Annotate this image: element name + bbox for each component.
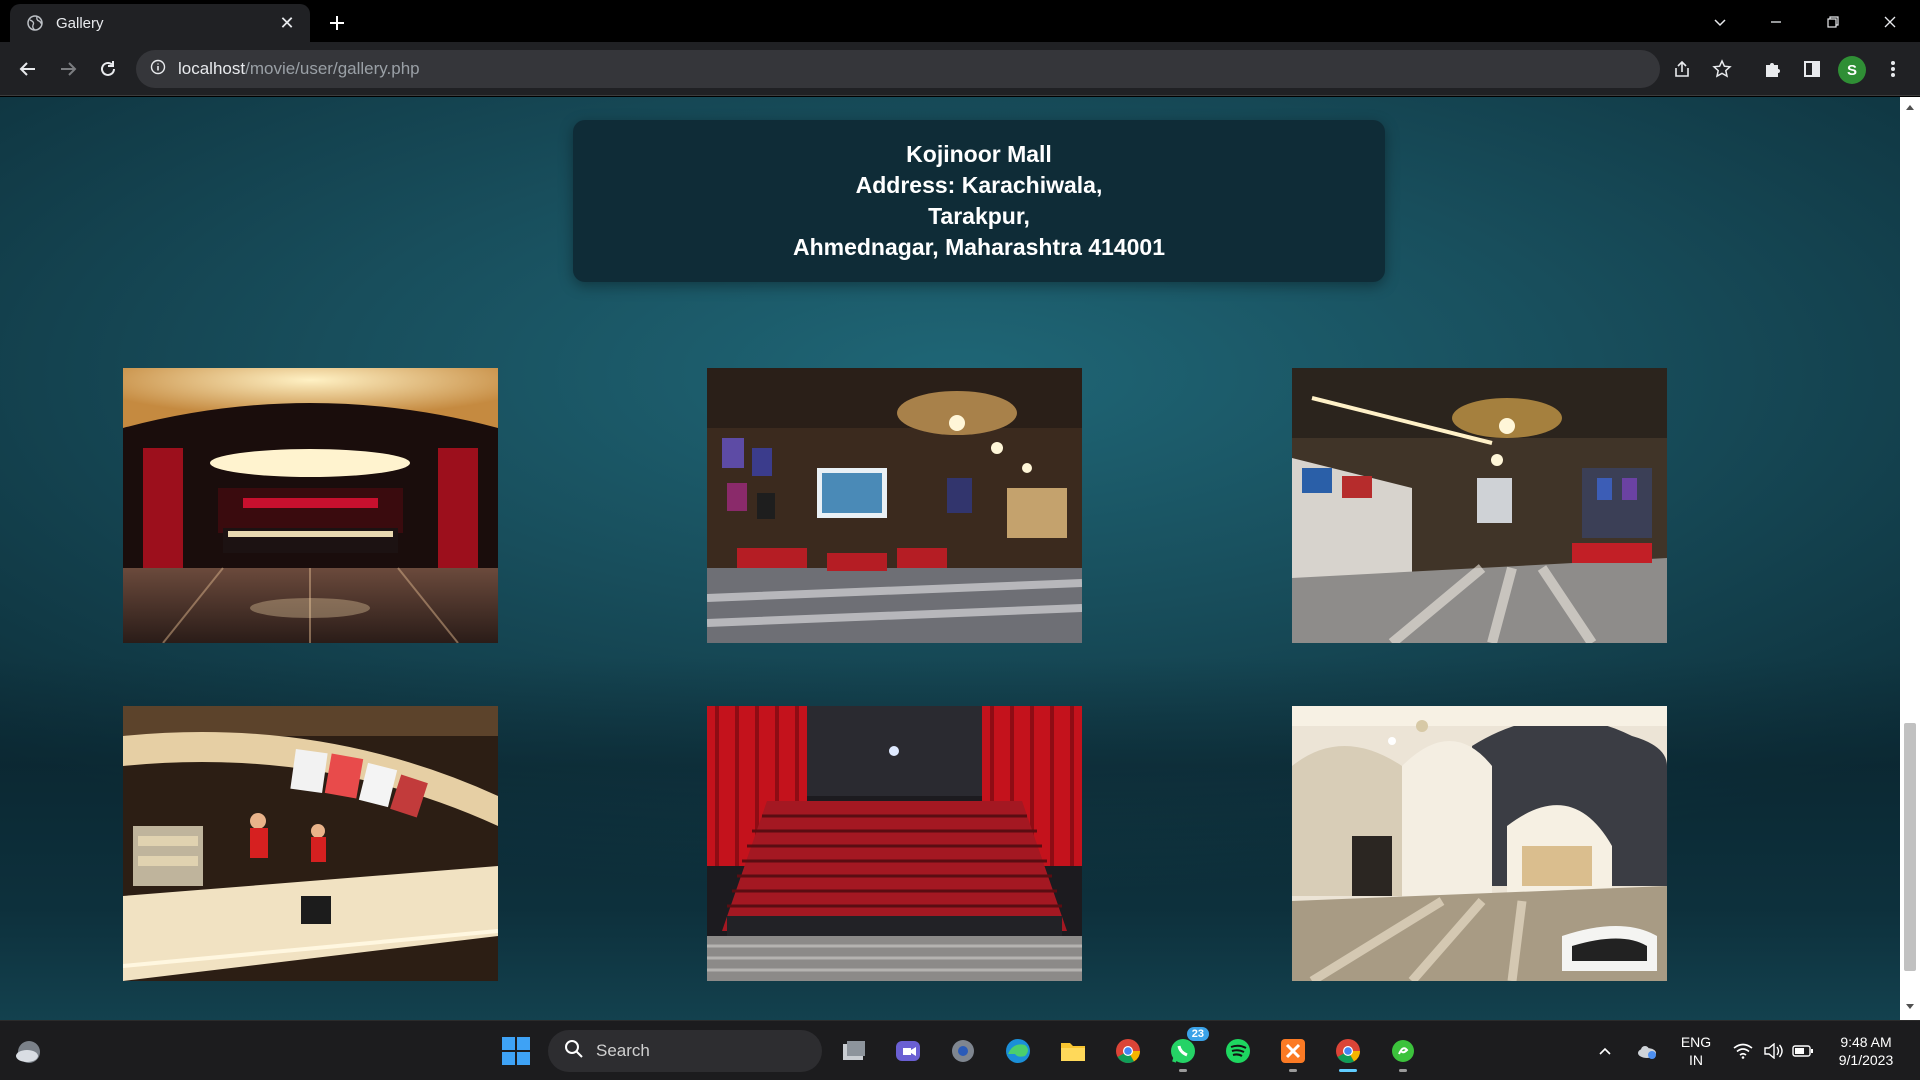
scroll-up-arrow-icon[interactable] [1903, 100, 1917, 114]
language-code: ENG [1680, 1034, 1712, 1050]
inox-corridor-photo [1292, 368, 1667, 643]
browser-tab-strip: Gallery ✕ [0, 0, 1920, 42]
search-label: Search [596, 1041, 650, 1060]
windows-taskbar: Search 23 ENG IN 9:48 AM 9/1/2023 [0, 1020, 1920, 1080]
edge-browser-icon[interactable] [1000, 1033, 1036, 1069]
running-indicator [1289, 1069, 1297, 1072]
browser-toolbar: localhost/movie/user/gallery.php S [0, 42, 1920, 96]
running-indicator [1179, 1069, 1187, 1072]
show-hidden-icons-chevron-icon[interactable] [1590, 1033, 1620, 1069]
file-explorer-icon[interactable] [1055, 1033, 1091, 1069]
forward-arrow-icon[interactable] [54, 55, 82, 83]
xampp-icon[interactable] [1275, 1033, 1311, 1072]
wifi-icon[interactable] [1728, 1033, 1758, 1069]
tab-title: Gallery [56, 14, 104, 32]
battery-icon[interactable] [1788, 1033, 1818, 1069]
tab-gallery[interactable]: Gallery ✕ [10, 4, 310, 42]
clock-time: 9:48 AM [1840, 1034, 1892, 1050]
cinema-lobby-photo [123, 368, 498, 643]
side-panel-icon[interactable] [1794, 51, 1830, 87]
language-indicator[interactable]: ENG IN [1676, 1033, 1716, 1069]
url-path: /movie/user/gallery.php [245, 59, 420, 78]
address-line-2: Tarakpur, [928, 203, 1030, 229]
auditorium-seats-photo [707, 706, 1082, 981]
restore-icon[interactable] [1813, 8, 1853, 36]
clock-date: 9/1/2023 [1838, 1052, 1894, 1068]
region-code: IN [1689, 1052, 1703, 1068]
profile-avatar[interactable]: S [1838, 56, 1866, 84]
globe-icon [26, 14, 44, 32]
info-icon[interactable] [150, 59, 166, 80]
address-bar[interactable]: localhost/movie/user/gallery.php [136, 50, 1660, 88]
windows-start-icon[interactable] [498, 1033, 534, 1069]
volume-icon[interactable] [1758, 1033, 1788, 1069]
tab-search-chevron-icon[interactable] [1700, 8, 1740, 36]
taskbar-search-box[interactable]: Search [548, 1030, 822, 1072]
settings-gear-icon[interactable] [945, 1033, 981, 1069]
weather-cloud-icon[interactable] [10, 1033, 46, 1069]
menu-kebab-icon[interactable] [1875, 51, 1911, 87]
url-host: localhost [178, 59, 246, 78]
chrome-active-icon[interactable] [1330, 1033, 1366, 1072]
mall-name: Kojinoor Mall [906, 141, 1052, 167]
search-icon [564, 1039, 584, 1064]
green-app-icon[interactable] [1385, 1033, 1421, 1072]
task-view-icon[interactable] [836, 1033, 872, 1069]
running-indicator [1399, 1069, 1407, 1072]
address-line-3: Ahmednagar, Maharashtra 414001 [792, 234, 1165, 260]
spotify-icon[interactable] [1220, 1033, 1256, 1069]
minimize-icon[interactable] [1756, 8, 1796, 36]
food-counter-photo [123, 706, 498, 981]
close-tab-icon[interactable]: ✕ [276, 13, 298, 34]
clock[interactable]: 9:48 AM 9/1/2023 [1824, 1033, 1908, 1069]
whatsapp-icon[interactable]: 23 [1165, 1027, 1209, 1072]
chrome-icon[interactable] [1110, 1033, 1146, 1069]
back-arrow-icon[interactable] [14, 55, 42, 83]
address-line-1: Address: Karachiwala, [855, 172, 1103, 198]
page-viewport: Kojinoor Mall Address: Karachiwala, Tara… [0, 97, 1920, 1020]
whatsapp-notification-badge: 23 [1186, 1027, 1209, 1041]
active-indicator [1339, 1069, 1357, 1072]
close-window-icon[interactable] [1870, 8, 1910, 36]
onedrive-cloud-icon[interactable] [1632, 1033, 1662, 1069]
white-arched-lobby-photo [1292, 706, 1667, 981]
extensions-puzzle-icon[interactable] [1754, 51, 1790, 87]
bookmark-star-icon[interactable] [1704, 51, 1740, 87]
new-tab-plus-icon[interactable] [322, 8, 352, 38]
share-icon[interactable] [1664, 51, 1700, 87]
scroll-down-arrow-icon[interactable] [1903, 1000, 1917, 1014]
scrollbar-thumb[interactable] [1904, 723, 1916, 971]
theatre-address-card: Kojinoor Mall Address: Karachiwala, Tara… [573, 120, 1385, 282]
reload-icon[interactable] [94, 55, 122, 83]
teams-chat-icon[interactable] [890, 1033, 926, 1069]
inox-lounge-photo [707, 368, 1082, 643]
